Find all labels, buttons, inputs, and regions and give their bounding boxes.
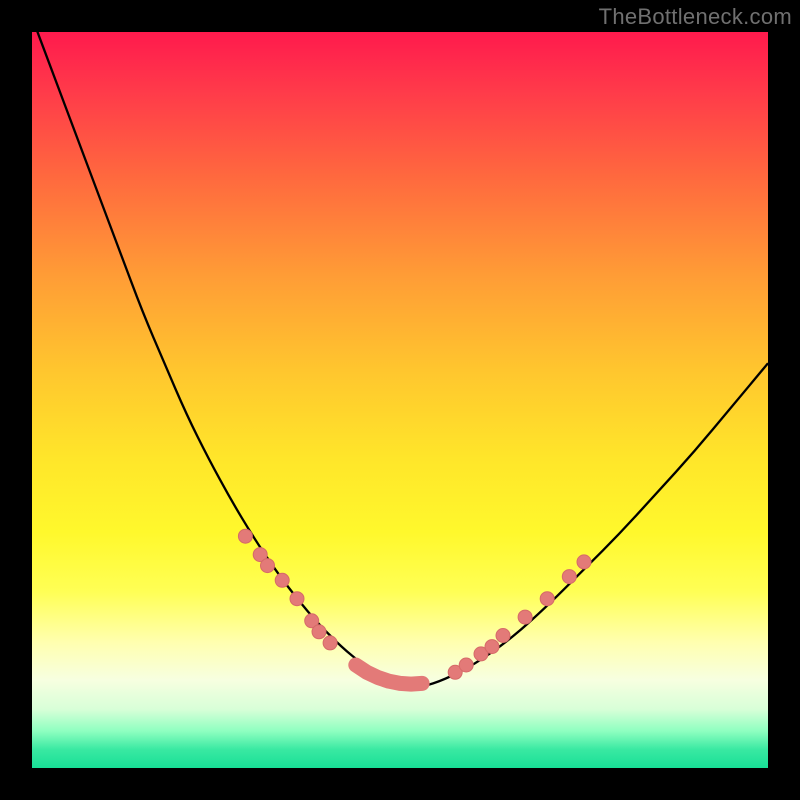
chart-stage: TheBottleneck.com bbox=[0, 0, 800, 800]
plot-area bbox=[32, 32, 768, 768]
watermark-text: TheBottleneck.com bbox=[599, 4, 792, 30]
gradient-background bbox=[32, 32, 768, 768]
